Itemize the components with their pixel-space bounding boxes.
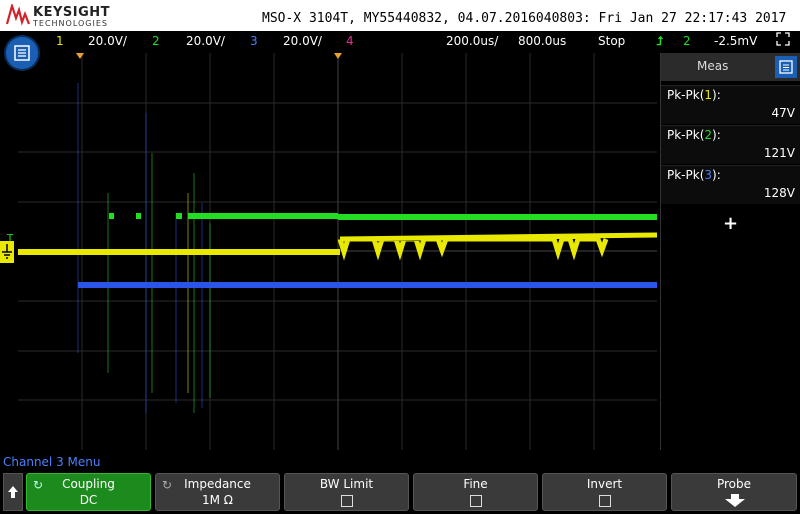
keysight-wave-icon <box>6 4 30 26</box>
ch4-number[interactable]: 4 <box>346 34 354 48</box>
ch1-number[interactable]: 1 <box>56 34 64 48</box>
meas-value: 121V <box>763 146 795 160</box>
fullscreen-icon[interactable] <box>776 32 790 49</box>
brand-name: KEYSIGHT <box>33 5 110 20</box>
run-state[interactable]: Stop <box>598 34 625 48</box>
fine-checkbox[interactable] <box>469 495 482 507</box>
bw-limit-label: BW Limit <box>319 477 374 491</box>
coupling-value: DC <box>79 493 98 507</box>
trigger-level-marker[interactable]: T <box>7 233 13 244</box>
impedance-softkey[interactable]: ↻ Impedance 1M Ω <box>155 473 280 511</box>
invert-softkey[interactable]: Invert <box>542 473 667 511</box>
impedance-label: Impedance <box>184 477 251 491</box>
submenu-arrow-icon <box>725 494 745 507</box>
coupling-label: Coupling <box>62 477 115 491</box>
meas-value: 128V <box>763 186 795 200</box>
fine-softkey[interactable]: Fine <box>413 473 538 511</box>
waveform-display[interactable] <box>18 53 657 450</box>
ch1-ground-marker[interactable] <box>0 241 14 263</box>
main-menu-button[interactable] <box>6 37 38 69</box>
ch1-scale[interactable]: 20.0V/ <box>88 34 127 48</box>
meas-header: Meas <box>661 53 800 81</box>
invert-label: Invert <box>586 477 623 491</box>
impedance-value: 1M Ω <box>202 493 233 507</box>
status-bar: 1 20.0V/ 2 20.0V/ 3 20.0V/ 4 200.0us/ 80… <box>0 31 800 53</box>
keysight-logo: KEYSIGHT TECHNOLOGIES <box>6 3 136 29</box>
probe-softkey[interactable]: Probe <box>671 473 797 511</box>
trigger-delay[interactable]: 800.0us <box>518 34 566 48</box>
timebase-scale[interactable]: 200.0us/ <box>446 34 498 48</box>
channel-3-trace <box>78 282 657 288</box>
measurement-item[interactable]: Pk-Pk(1): 47V <box>661 85 800 124</box>
trigger-level[interactable]: -2.5mV <box>714 34 757 48</box>
title-bar: KEYSIGHT TECHNOLOGIES MSO-X 3104T, MY554… <box>0 0 800 31</box>
fine-label: Fine <box>463 477 488 491</box>
ch3-number[interactable]: 3 <box>250 34 258 48</box>
add-measurement-button[interactable]: + <box>723 213 738 234</box>
ch2-scale[interactable]: 20.0V/ <box>186 34 225 48</box>
probe-label: Probe <box>716 477 752 491</box>
meas-label: Pk-Pk(2): <box>667 128 721 142</box>
meas-label: Pk-Pk(3): <box>667 168 721 182</box>
panel-menu-icon[interactable] <box>775 56 797 78</box>
softkey-bar: ↻ Coupling DC ↻ Impedance 1M Ω BW Limit … <box>0 471 800 512</box>
brand-subtitle: TECHNOLOGIES <box>33 19 108 28</box>
meas-label: Pk-Pk(1): <box>667 88 721 102</box>
bw-limit-checkbox[interactable] <box>340 495 353 507</box>
ground-icon <box>2 244 12 259</box>
bw-limit-softkey[interactable]: BW Limit <box>284 473 409 511</box>
meas-value: 47V <box>771 106 795 120</box>
ch3-scale[interactable]: 20.0V/ <box>283 34 322 48</box>
invert-checkbox[interactable] <box>598 495 611 507</box>
channel-2-trace <box>109 213 657 220</box>
measurement-item[interactable]: Pk-Pk(2): 121V <box>661 125 800 164</box>
measurement-panel: Meas Pk-Pk(1): 47V Pk-Pk(2): 121V Pk-Pk(… <box>660 53 800 450</box>
menu-title: Channel 3 Menu <box>3 455 101 469</box>
instrument-title: MSO-X 3104T, MY55440832, 04.07.201604080… <box>262 11 787 26</box>
trigger-edge-icon: ⮥ <box>656 34 664 48</box>
measurement-item[interactable]: Pk-Pk(3): 128V <box>661 165 800 204</box>
meas-title[interactable]: Meas <box>697 59 728 73</box>
menu-icon <box>14 45 30 61</box>
coupling-softkey[interactable]: ↻ Coupling DC <box>26 473 151 511</box>
trigger-source[interactable]: 2 <box>683 34 691 48</box>
ch2-number[interactable]: 2 <box>152 34 160 48</box>
